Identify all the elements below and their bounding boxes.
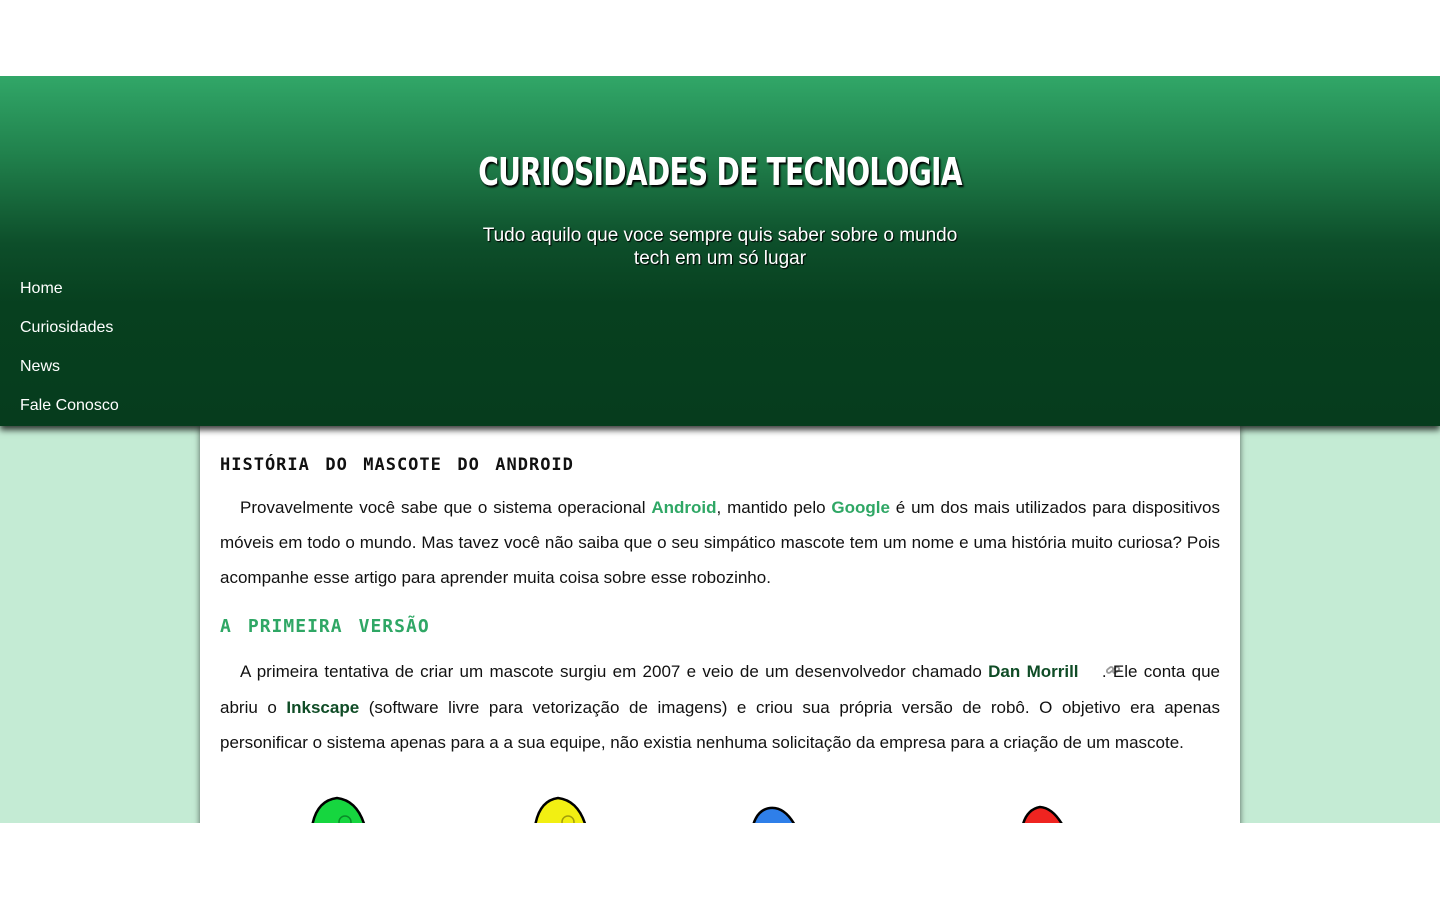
site-subtitle: Tudo aquilo que voce sempre quis saber s…: [482, 225, 958, 269]
blue-mascot-image: [752, 806, 796, 823]
paragraph-text: (software livre para vetorização de imag…: [220, 698, 1221, 752]
article-paragraph-primeira-versao: A primeira tentativa de criar um mascote…: [220, 654, 1220, 760]
inkscape-link[interactable]: Inkscape: [286, 698, 359, 717]
dan-morrill-link[interactable]: Dan Morrill: [988, 662, 1078, 681]
red-mascot-image: [1022, 805, 1063, 823]
site-title: CURIOSIDADES DE TECNOLOGIA: [478, 150, 962, 194]
article-content: História do mascote do Android Provavelm…: [200, 426, 1240, 823]
link-icon: [1085, 655, 1120, 690]
nav-item-home[interactable]: Home: [20, 276, 119, 315]
mascot-shape: [752, 806, 796, 823]
mascot-shape: [534, 796, 586, 823]
google-link[interactable]: Google: [831, 498, 890, 517]
green-mascot-image: [311, 796, 365, 823]
yellow-mascot-image: [534, 796, 586, 823]
paragraph-text: A primeira tentativa de criar um mascote…: [240, 662, 989, 681]
main-nav: Home Curiosidades News Fale Conosco: [20, 276, 119, 432]
nav-item-news[interactable]: News: [20, 354, 119, 393]
paragraph-text: , mantido pelo: [716, 498, 832, 517]
paragraph-text: Provavelmente você sabe que o sistema op…: [240, 498, 652, 517]
article-title: História do mascote do Android: [220, 448, 574, 476]
nav-item-curiosidades[interactable]: Curiosidades: [20, 315, 119, 354]
mascot-images: [200, 796, 1240, 823]
section-title-primeira-versao: A primeira versão: [220, 609, 430, 638]
page-viewport: CURIOSIDADES DE TECNOLOGIA Tudo aquilo q…: [0, 76, 1440, 823]
bottom-blank-area: [0, 823, 1440, 900]
android-link[interactable]: Android: [651, 498, 716, 517]
article-paragraph-intro: Provavelmente você sabe que o sistema op…: [220, 490, 1220, 595]
site-header: CURIOSIDADES DE TECNOLOGIA Tudo aquilo q…: [0, 76, 1440, 426]
nav-item-fale-conosco[interactable]: Fale Conosco: [20, 393, 119, 432]
mascot-shape: [1022, 805, 1063, 823]
